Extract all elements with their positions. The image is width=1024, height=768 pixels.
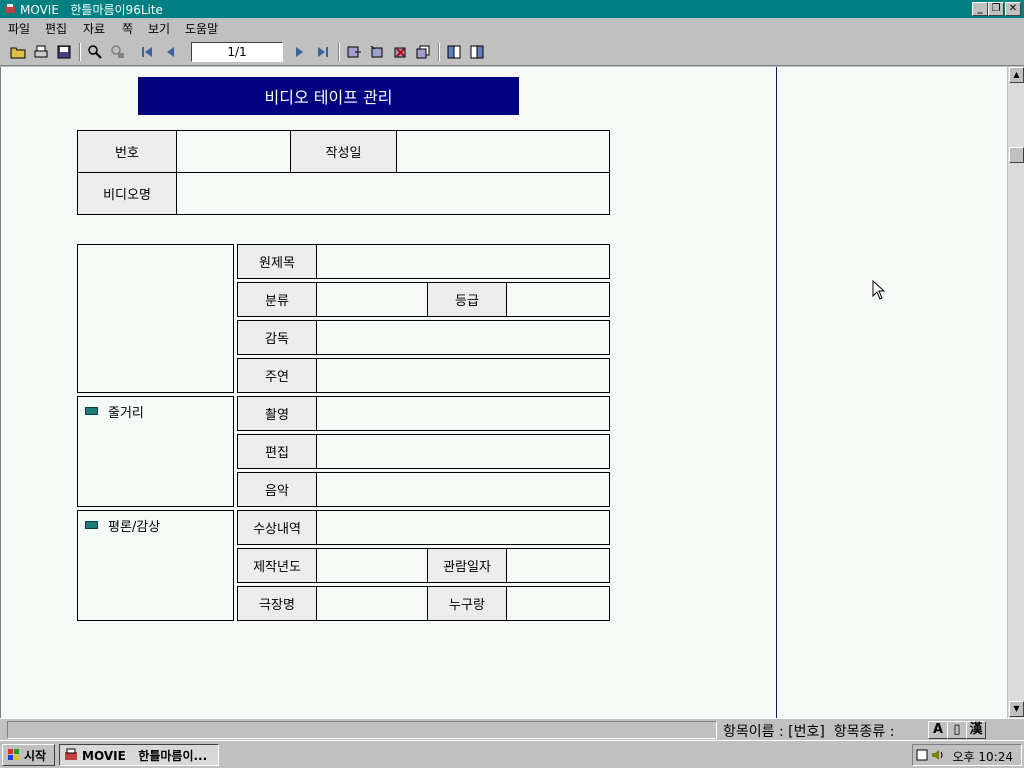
review-bullet-icon [85, 521, 98, 529]
restore-button[interactable]: ❐ [988, 2, 1004, 16]
find-replace-icon[interactable] [108, 42, 128, 62]
field-companion[interactable] [506, 586, 610, 621]
poster-image-box[interactable] [77, 244, 234, 393]
status-field-info: 항목이름 : [번호] 항목종류 : [723, 724, 895, 740]
start-label: 시작 [24, 748, 47, 763]
field-number[interactable] [176, 130, 291, 173]
print-icon[interactable] [31, 42, 51, 62]
label-companion: 누구랑 [427, 586, 507, 621]
add-record-icon[interactable] [344, 42, 364, 62]
form-title: 비디오 테이프 관리 [138, 77, 519, 115]
type-text-icon[interactable]: A [928, 721, 948, 739]
label-rating: 등급 [427, 282, 507, 317]
tray-icons[interactable] [916, 748, 946, 762]
synopsis-box[interactable]: 줄거리 [77, 396, 234, 507]
field-production-year[interactable] [316, 548, 428, 583]
taskbar: 시작 MOVIE 한틀마름이... 오후 10:24 [0, 740, 1024, 768]
menu-file[interactable]: 파일 [8, 20, 30, 37]
synopsis-bullet-icon [85, 407, 98, 415]
type-box-icon[interactable]: ▯ [947, 721, 967, 739]
menu-edit[interactable]: 편집 [45, 20, 67, 37]
page-boundary-line [776, 67, 777, 718]
label-video-name: 비디오명 [77, 172, 177, 215]
copy-record-icon[interactable] [413, 42, 433, 62]
vertical-scrollbar[interactable]: ▲ ▼ [1007, 67, 1024, 718]
type-hanja-icon[interactable]: 漢 [966, 721, 986, 739]
field-rating[interactable] [506, 282, 610, 317]
search-icon[interactable] [85, 42, 105, 62]
toolbar-separator [79, 43, 81, 61]
delete-record-icon[interactable] [390, 42, 410, 62]
open-folder-icon[interactable] [8, 42, 28, 62]
toolbar-separator [438, 43, 440, 61]
app-icon [5, 4, 15, 13]
label-number: 번호 [77, 130, 177, 173]
toolbar: 1/1 [0, 38, 1024, 66]
windows-logo-icon [8, 749, 19, 760]
review-label: 평론/감상 [108, 520, 161, 535]
field-category[interactable] [316, 282, 428, 317]
field-theater[interactable] [316, 586, 428, 621]
field-date[interactable] [396, 130, 610, 173]
label-editing: 편집 [237, 434, 317, 469]
field-cinematography[interactable] [316, 396, 610, 431]
label-cast: 주연 [237, 358, 317, 393]
label-original-title: 원제목 [237, 244, 317, 279]
book-icon[interactable] [444, 42, 464, 62]
prev-page-icon[interactable] [160, 42, 180, 62]
label-director: 감독 [237, 320, 317, 355]
label-viewing-date: 관람일자 [427, 548, 507, 583]
mouse-cursor-icon [872, 280, 886, 300]
field-awards[interactable] [316, 510, 610, 545]
clock: 오후 10:24 [952, 750, 1013, 764]
next-page-icon[interactable] [290, 42, 310, 62]
label-date: 작성일 [290, 130, 397, 173]
scroll-thumb[interactable] [1009, 147, 1024, 163]
label-cinematography: 촬영 [237, 396, 317, 431]
scroll-up-icon[interactable]: ▲ [1009, 67, 1024, 83]
book-open-icon[interactable] [467, 42, 487, 62]
window-title: MOVIE 한틀마름이96Lite [20, 3, 163, 17]
status-bar: 항목이름 : [번호] 항목종류 : A ▯ 漢 [0, 718, 1024, 740]
field-video-name[interactable] [176, 172, 610, 215]
taskbar-app-label: MOVIE 한틀마름이... [82, 748, 208, 763]
status-message-field [7, 721, 717, 739]
label-awards: 수상내역 [237, 510, 317, 545]
field-music[interactable] [316, 472, 610, 507]
last-page-icon[interactable] [313, 42, 333, 62]
menu-help[interactable]: 도움말 [185, 20, 218, 37]
menu-data[interactable]: 자료 [83, 20, 105, 37]
label-production-year: 제작년도 [237, 548, 317, 583]
menu-bar: 파일 편집 자료 쪽 보기 도움말 [0, 18, 1024, 38]
scroll-down-icon[interactable]: ▼ [1009, 701, 1024, 717]
label-theater: 극장명 [237, 586, 317, 621]
close-button[interactable]: ✕ [1005, 2, 1021, 16]
toolbar-separator [338, 43, 340, 61]
save-icon[interactable] [54, 42, 74, 62]
field-editing[interactable] [316, 434, 610, 469]
menu-view[interactable]: 보기 [148, 20, 170, 37]
field-viewing-date[interactable] [506, 548, 610, 583]
start-button[interactable]: 시작 [2, 744, 55, 766]
field-original-title[interactable] [316, 244, 610, 279]
label-music: 음악 [237, 472, 317, 507]
review-box[interactable]: 평론/감상 [77, 510, 234, 621]
field-cast[interactable] [316, 358, 610, 393]
system-tray: 오후 10:24 [912, 744, 1022, 766]
insert-record-icon[interactable] [367, 42, 387, 62]
page-indicator[interactable]: 1/1 [191, 42, 283, 62]
menu-page[interactable]: 쪽 [122, 20, 133, 37]
taskbar-app-button[interactable]: MOVIE 한틀마름이... [59, 744, 219, 766]
title-bar[interactable]: MOVIE 한틀마름이96Lite _ ❐ ✕ [0, 0, 1024, 18]
label-category: 분류 [237, 282, 317, 317]
minimize-button[interactable]: _ [972, 2, 988, 16]
field-director[interactable] [316, 320, 610, 355]
first-page-icon[interactable] [137, 42, 157, 62]
app-icon [65, 748, 77, 760]
synopsis-label: 줄거리 [108, 406, 144, 421]
